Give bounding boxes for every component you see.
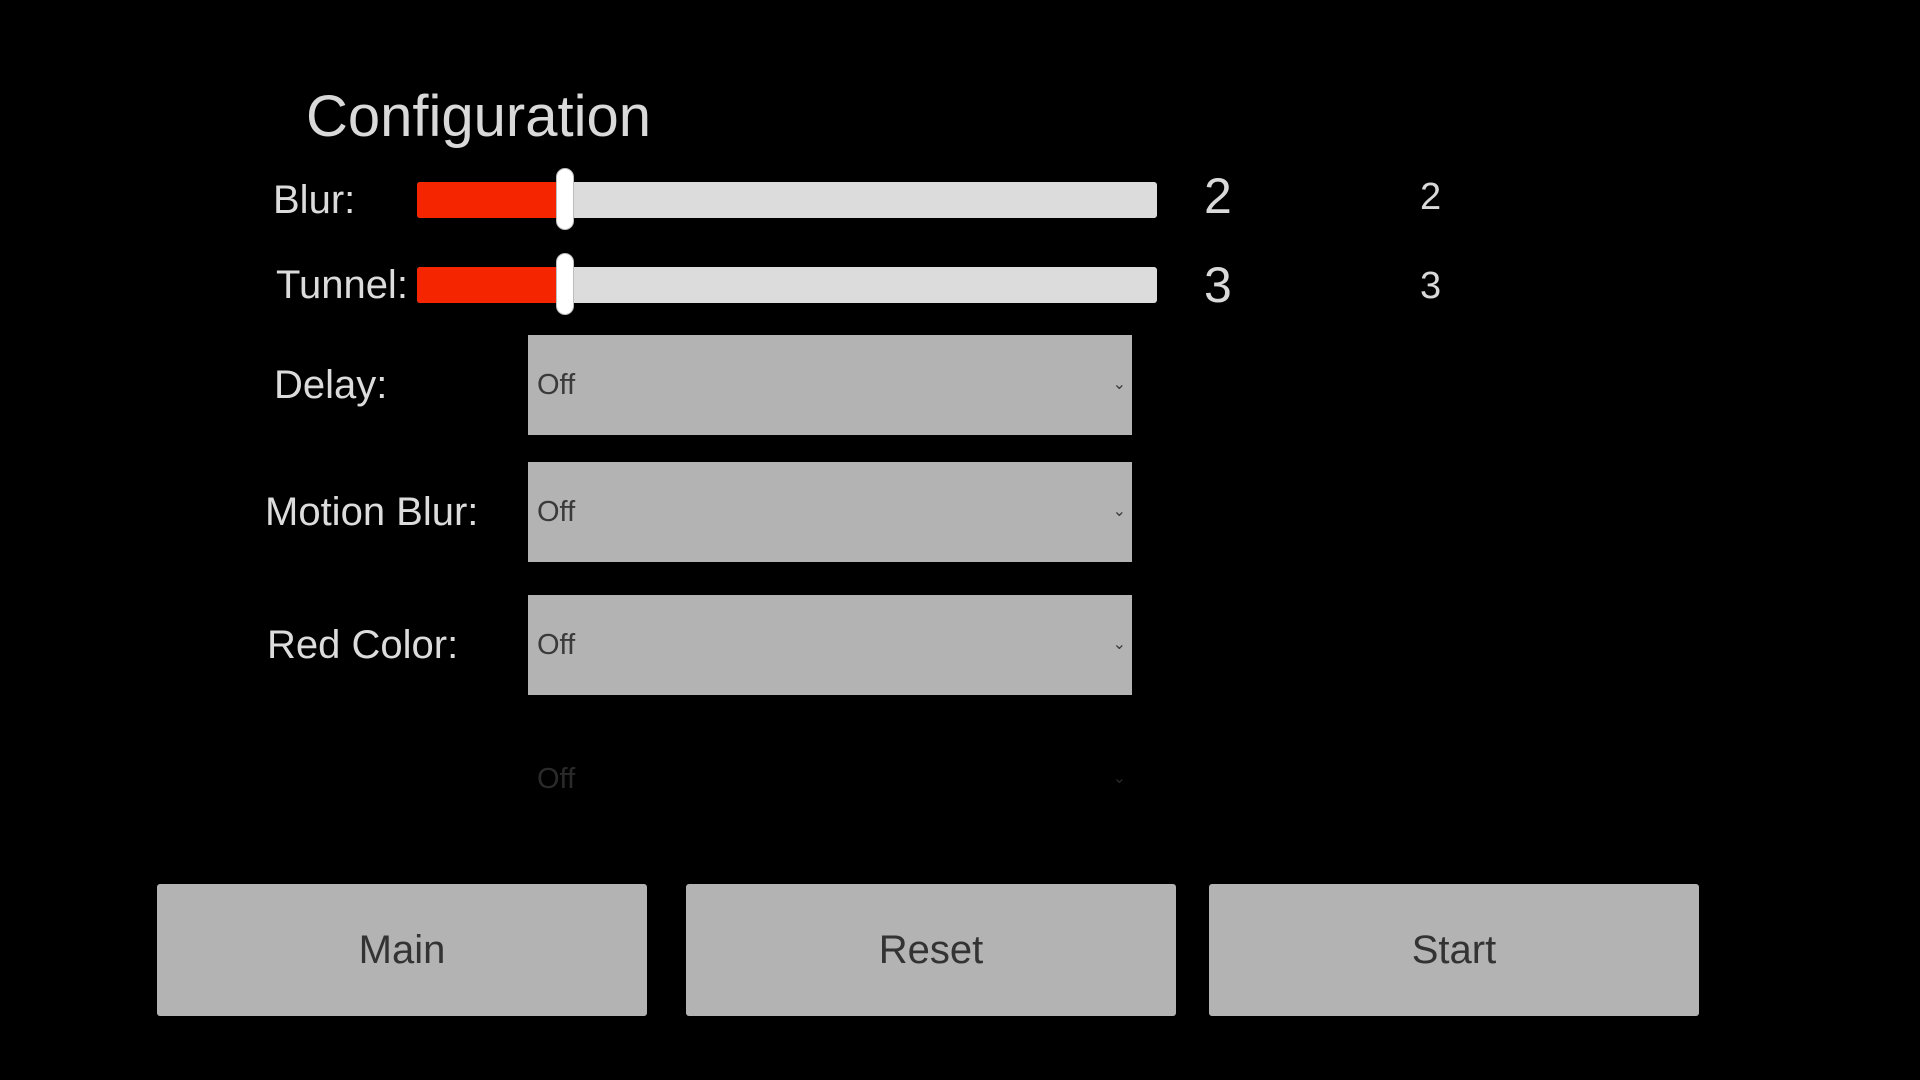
delay-dropdown-value: Off	[537, 369, 576, 401]
chevron-down-icon: ⌄	[1112, 503, 1126, 520]
tunnel-slider-fill	[417, 267, 565, 303]
hidden-dropdown: Off ⌄	[528, 729, 1132, 829]
tunnel-label: Tunnel:	[276, 263, 408, 307]
hidden-dropdown-value: Off	[537, 763, 576, 795]
reset-button[interactable]: Reset	[686, 884, 1176, 1016]
chevron-down-icon: ⌄	[1112, 636, 1126, 653]
delay-label: Delay:	[274, 363, 388, 407]
page-title: Configuration	[306, 84, 651, 149]
red-color-label: Red Color:	[267, 623, 459, 667]
blur-slider-fill	[417, 182, 565, 218]
tunnel-value-secondary: 3	[1420, 265, 1442, 307]
blur-label: Blur:	[273, 178, 356, 222]
main-button[interactable]: Main	[157, 884, 647, 1016]
blur-slider[interactable]	[417, 168, 1157, 230]
blur-value-secondary: 2	[1420, 176, 1442, 218]
red-color-dropdown[interactable]: Off ⌄	[528, 595, 1132, 695]
chevron-down-icon: ⌄	[1112, 376, 1126, 393]
tunnel-slider-handle[interactable]	[556, 253, 574, 315]
blur-slider-handle[interactable]	[556, 168, 574, 230]
delay-dropdown[interactable]: Off ⌄	[528, 335, 1132, 435]
chevron-down-icon: ⌄	[1112, 770, 1126, 787]
start-button[interactable]: Start	[1209, 884, 1699, 1016]
motion-blur-dropdown[interactable]: Off ⌄	[528, 462, 1132, 562]
tunnel-slider[interactable]	[417, 253, 1157, 315]
motion-blur-label: Motion Blur:	[265, 490, 479, 534]
motion-blur-dropdown-value: Off	[537, 496, 576, 528]
tunnel-value: 3	[1204, 257, 1232, 313]
blur-value: 2	[1204, 168, 1232, 224]
red-color-dropdown-value: Off	[537, 629, 576, 661]
